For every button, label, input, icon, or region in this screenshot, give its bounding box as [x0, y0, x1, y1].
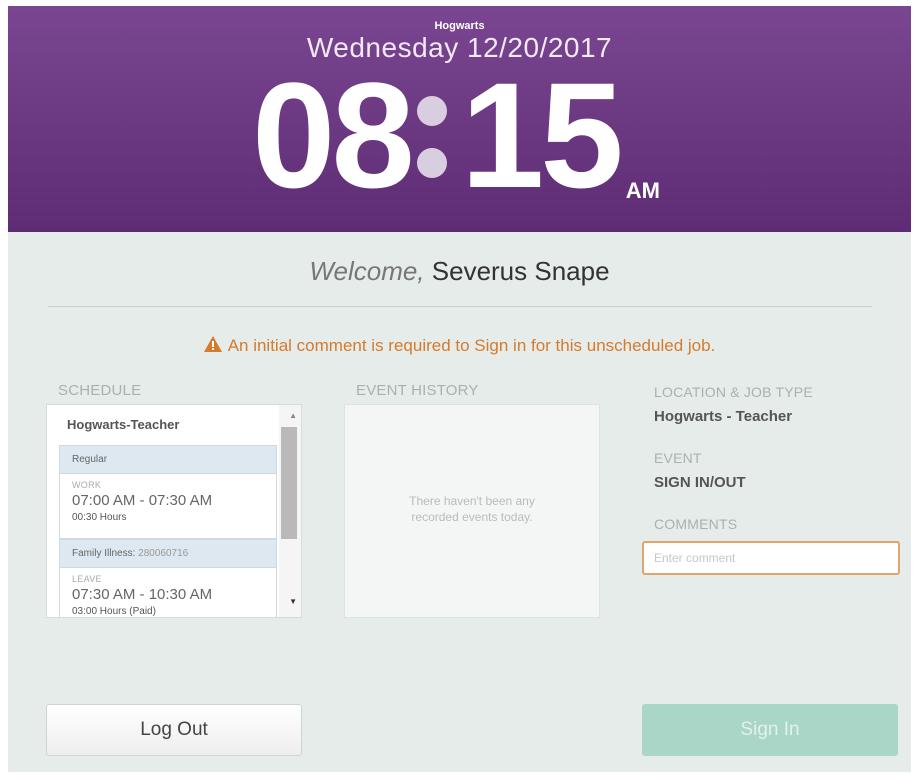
- clock-header: Hogwarts Wednesday 12/20/2017 08 15 AM: [8, 6, 911, 232]
- log-out-button[interactable]: Log Out: [46, 704, 302, 756]
- schedule-block-time: 07:30 AM - 10:30 AM: [72, 586, 213, 603]
- clock-ampm: AM: [625, 178, 660, 203]
- divider: [48, 306, 872, 307]
- event-history-empty-message: There haven't been any recorded events t…: [409, 494, 535, 524]
- schedule-block-type: LEAVE: [72, 574, 102, 584]
- schedule-block-leave[interactable]: Family Illness: 280060716 LEAVE 07:30 AM…: [59, 539, 277, 617]
- schedule-block-band: Family Illness: 280060716: [60, 540, 276, 568]
- clock-hours: 08: [252, 51, 415, 219]
- schedule-title: SCHEDULE: [58, 382, 142, 399]
- warning-text: An initial comment is required to Sign i…: [227, 336, 716, 355]
- scroll-up-arrow-icon[interactable]: ▲: [289, 411, 297, 420]
- event-label: EVENT: [654, 450, 702, 466]
- warning-banner: An initial comment is required to Sign i…: [8, 336, 911, 356]
- kiosk-screen: Hogwarts Wednesday 12/20/2017 08 15 AM W…: [8, 6, 911, 772]
- user-name: Severus Snape: [431, 256, 610, 286]
- schedule-job-name: Hogwarts-Teacher: [67, 417, 180, 432]
- schedule-block-time: 07:00 AM - 07:30 AM: [72, 492, 213, 509]
- event-value: SIGN IN/OUT: [654, 474, 746, 491]
- welcome-message: Welcome, Severus Snape: [8, 256, 911, 287]
- scroll-down-arrow-icon[interactable]: ▼: [289, 597, 297, 606]
- comment-input[interactable]: [642, 541, 900, 575]
- event-history-title: EVENT HISTORY: [356, 382, 479, 399]
- organization-name: Hogwarts: [434, 20, 485, 32]
- comments-label: COMMENTS: [654, 516, 738, 532]
- schedule-block-hours: 00:30 Hours: [72, 512, 127, 523]
- clock-colon: [411, 60, 461, 210]
- scroll-thumb[interactable]: [281, 427, 297, 539]
- warning-triangle-icon: [203, 336, 222, 352]
- schedule-scrollbar[interactable]: ▲ ▼: [279, 405, 301, 617]
- schedule-block-band: Regular: [60, 446, 276, 474]
- schedule-list[interactable]: Hogwarts-Teacher Regular WORK 07:00 AM -…: [46, 404, 302, 618]
- clock-display: 08 15 AM: [252, 60, 660, 210]
- schedule-block-regular[interactable]: Regular WORK 07:00 AM - 07:30 AM 00:30 H…: [59, 445, 277, 539]
- clock-minutes: 15: [460, 51, 624, 219]
- location-label: LOCATION & JOB TYPE: [654, 384, 813, 400]
- event-history-panel: There haven't been any recorded events t…: [344, 404, 600, 618]
- welcome-prefix: Welcome,: [309, 256, 425, 286]
- schedule-block-type: WORK: [72, 480, 102, 490]
- location-value: Hogwarts - Teacher: [654, 408, 793, 425]
- sign-in-button[interactable]: Sign In: [642, 704, 898, 756]
- schedule-block-hours: 03:00 Hours (Paid): [72, 606, 156, 617]
